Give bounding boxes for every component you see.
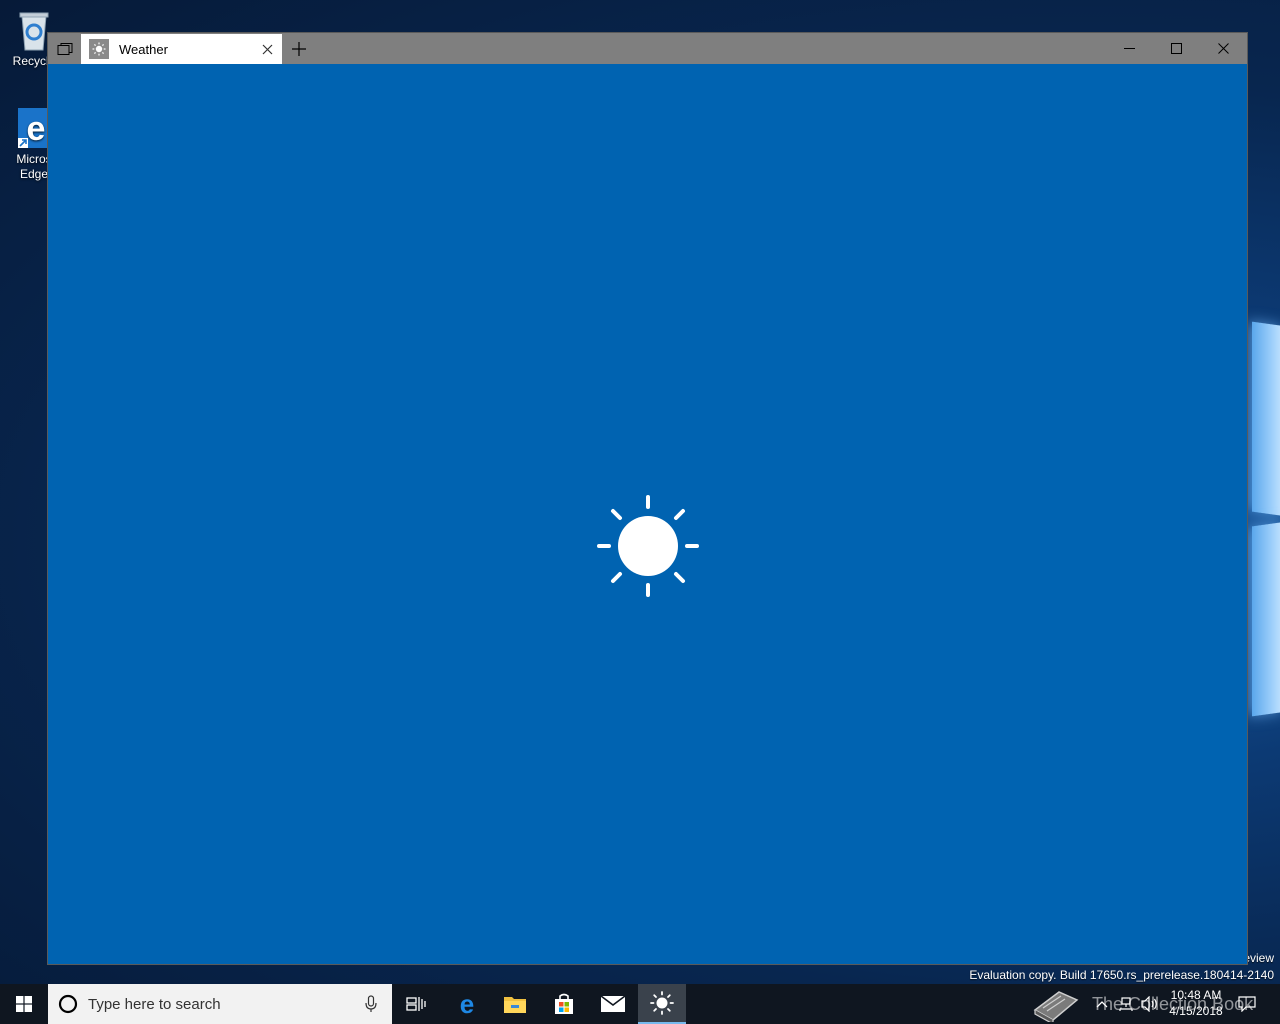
store-icon: [555, 993, 573, 1014]
new-tab-button[interactable]: [284, 33, 314, 64]
tab-close-button[interactable]: [252, 34, 282, 64]
close-icon: [1217, 43, 1229, 54]
minimize-icon: [1123, 48, 1135, 49]
close-icon: [262, 44, 272, 54]
action-center-button[interactable]: [1235, 984, 1259, 1024]
microphone-icon: [365, 995, 377, 1012]
book-watermark-logo: [1030, 984, 1082, 1024]
taskbar-mail-button[interactable]: [589, 984, 637, 1024]
start-button[interactable]: [0, 984, 48, 1024]
svg-text:e: e: [27, 110, 46, 148]
task-view-button[interactable]: [392, 984, 440, 1024]
minimize-button[interactable]: [1106, 33, 1152, 64]
task-view-icon: [406, 997, 426, 1011]
tabs-icon: [57, 42, 72, 55]
show-hidden-icons-button[interactable]: [1092, 984, 1112, 1024]
clock-time: 10:48 AM: [1170, 988, 1222, 1002]
network-icon: [1119, 997, 1133, 1011]
windows-hero-light: [1246, 310, 1280, 730]
network-button[interactable]: [1115, 984, 1137, 1024]
search-input[interactable]: [88, 995, 356, 1013]
weather-app-window: Weather: [47, 32, 1248, 965]
taskbar-file-explorer-button[interactable]: [491, 984, 539, 1024]
file-explorer-icon: [504, 997, 526, 1013]
clock[interactable]: 10:48 AM 4/15/2018: [1160, 987, 1232, 1019]
taskbar: e: [0, 984, 1280, 1024]
tab-switcher-button[interactable]: [48, 33, 81, 64]
svg-text:e: e: [460, 992, 474, 1016]
plus-icon: [292, 41, 306, 56]
microphone-button[interactable]: [356, 984, 386, 1024]
windows-logo-icon: [16, 996, 32, 1012]
watermark-line-2: Evaluation copy. Build 17650.rs_prerelea…: [969, 968, 1274, 982]
cortana-icon: [58, 994, 78, 1014]
weather-icon: [650, 991, 674, 1015]
sun-icon: [597, 495, 699, 597]
splash-screen: [48, 64, 1247, 964]
mail-icon: [600, 995, 626, 1012]
tab-weather[interactable]: Weather: [81, 34, 282, 64]
edge-icon: e: [460, 992, 474, 1016]
book-icon: [1033, 991, 1079, 1022]
search-box[interactable]: [48, 984, 392, 1024]
notification-icon: [1238, 996, 1256, 1012]
tab-title: Weather: [119, 41, 168, 57]
maximize-icon: [1170, 43, 1182, 54]
taskbar-edge-button[interactable]: e: [443, 984, 491, 1024]
volume-button[interactable]: [1139, 984, 1161, 1024]
close-window-button[interactable]: [1200, 33, 1246, 64]
taskbar-store-button[interactable]: [540, 984, 588, 1024]
clock-date: 4/15/2018: [1169, 1004, 1223, 1018]
maximize-button[interactable]: [1153, 33, 1199, 64]
chevron-up-icon: [1096, 1001, 1108, 1008]
speaker-icon: [1141, 996, 1157, 1012]
weather-tab-icon: [89, 39, 109, 59]
taskbar-weather-button[interactable]: [638, 984, 686, 1024]
title-bar[interactable]: Weather: [48, 33, 1247, 64]
